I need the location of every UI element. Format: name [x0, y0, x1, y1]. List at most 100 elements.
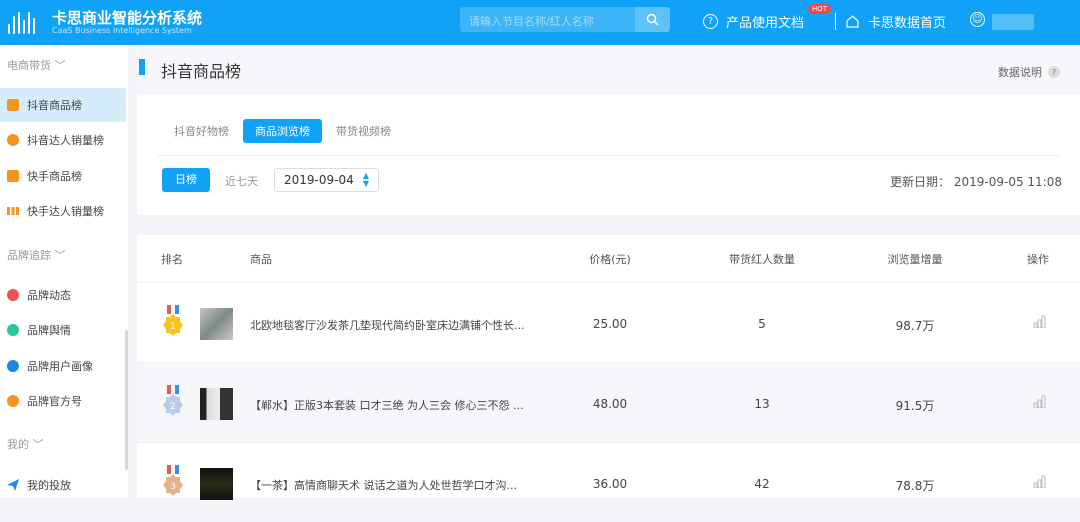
- tab-video[interactable]: 带货视频榜: [336, 119, 391, 143]
- hot-badge: HOT: [808, 4, 831, 14]
- col-rank: 排名: [161, 251, 183, 267]
- data-help-link[interactable]: 数据说明?: [998, 64, 1060, 80]
- sidebar-item-brand-sentiment[interactable]: 品牌舆情: [0, 313, 126, 347]
- rank-number: 1: [170, 322, 176, 332]
- bag-icon: [7, 99, 19, 111]
- send-icon: [7, 479, 19, 491]
- sidebar-item-brand-news[interactable]: 品牌动态: [0, 278, 126, 312]
- sidebar-item-kuaishou-products[interactable]: 快手商品榜: [0, 159, 126, 193]
- app-subtitle: CaaS Business Intelligence System: [52, 26, 192, 35]
- question-icon: ?: [1048, 66, 1060, 78]
- page-header: 抖音商品榜 数据说明?: [137, 45, 1080, 95]
- rank-number: 3: [170, 482, 176, 492]
- group-mine[interactable]: 我的 ﹀: [7, 436, 44, 452]
- date-value: 2019-09-04: [284, 173, 354, 187]
- chart-action-icon[interactable]: [1033, 475, 1046, 488]
- table-row: 1 北欧地毯客厅沙发茶几垫现代简约卧室床边满铺个性长... 25.00 5 98…: [137, 282, 1080, 362]
- logo-icon: [8, 10, 42, 34]
- view-increase: 91.5万: [896, 397, 935, 414]
- product-thumbnail[interactable]: [200, 308, 233, 340]
- daily-button[interactable]: 日榜: [162, 168, 210, 192]
- title-accent: [139, 59, 145, 75]
- search-button[interactable]: [635, 7, 670, 32]
- sidebar-scrollbar[interactable]: [125, 330, 128, 470]
- bar-chart-icon: [7, 207, 19, 215]
- sidebar-item-brand-persona[interactable]: 品牌用户画像: [0, 349, 126, 383]
- chart-action-icon[interactable]: [1033, 315, 1046, 328]
- clock-icon: [7, 289, 19, 301]
- col-influencers: 带货红人数量: [729, 251, 795, 267]
- docs-label: 产品使用文档: [726, 12, 804, 31]
- influencer-count: 5: [758, 317, 766, 331]
- label: 快手商品榜: [27, 168, 82, 184]
- sidebar: 电商带货 ﹀ 抖音商品榜 抖音达人销量榜 快手商品榜 快手达人销量榜 品牌追踪 …: [0, 45, 128, 498]
- product-name[interactable]: 【一茶】高情商聊天术 说话之道为人处世哲学口才沟...: [250, 477, 517, 493]
- trend-icon: [7, 134, 19, 146]
- username-blurred: [992, 14, 1034, 30]
- label: 抖音商品榜: [27, 97, 82, 113]
- weekly-button[interactable]: 近七天: [225, 173, 258, 189]
- product-thumbnail[interactable]: [200, 388, 233, 420]
- user-menu[interactable]: ☺: [970, 12, 985, 27]
- label: 我的投放: [27, 477, 71, 493]
- label: 品牌动态: [27, 287, 71, 303]
- product-name[interactable]: 【郸水】正版3本套装 口才三绝 为人三会 修心三不怨 ...: [250, 397, 523, 413]
- update-date: 更新日期： 2019-09-05 11:08: [890, 173, 1062, 190]
- label: 快手达人销量榜: [27, 203, 104, 219]
- col-action: 操作: [1027, 251, 1049, 267]
- page-title: 抖音商品榜: [161, 58, 241, 82]
- label: 品牌官方号: [27, 393, 82, 409]
- sidebar-item-my-campaigns[interactable]: 我的投放: [0, 468, 126, 502]
- chart-action-icon[interactable]: [1033, 395, 1046, 408]
- sidebar-item-douyin-sales[interactable]: 抖音达人销量榜: [0, 123, 126, 157]
- medal-icon: 3: [161, 465, 185, 501]
- table-row: 2 【郸水】正版3本套装 口才三绝 为人三会 修心三不怨 ... 48.00 1…: [137, 362, 1080, 442]
- group-ecommerce[interactable]: 电商带货 ﹀: [7, 57, 66, 73]
- product-name[interactable]: 北欧地毯客厅沙发茶几垫现代简约卧室床边满铺个性长...: [250, 317, 525, 333]
- group-brand[interactable]: 品牌追踪 ﹀: [7, 247, 66, 263]
- docs-link[interactable]: ? 产品使用文档: [703, 12, 804, 31]
- home-icon: [845, 14, 860, 29]
- sidebar-item-kuaishou-sales[interactable]: 快手达人销量榜: [0, 194, 126, 228]
- help-circle-icon: ?: [703, 14, 718, 29]
- col-product: 商品: [250, 251, 272, 267]
- tab-product-views[interactable]: 商品浏览榜: [243, 119, 322, 143]
- price: 25.00: [593, 317, 627, 331]
- divider: [835, 13, 836, 30]
- registered-icon: [7, 395, 19, 407]
- col-price: 价格(元): [589, 251, 631, 267]
- tab-douyin-good[interactable]: 抖音好物榜: [174, 119, 229, 143]
- col-views: 浏览量增量: [888, 251, 943, 267]
- table-row: 3 【一茶】高情商聊天术 说话之道为人处世哲学口才沟... 36.00 42 7…: [137, 442, 1080, 522]
- sort-arrows-icon: ▲▼: [363, 172, 369, 188]
- label: 抖音达人销量榜: [27, 132, 104, 148]
- view-increase: 98.7万: [896, 317, 935, 334]
- medal-icon: 2: [161, 385, 185, 421]
- home-label: 卡思数据首页: [868, 12, 946, 31]
- top-header: 卡思商业智能分析系统 CaaS Business Intelligence Sy…: [0, 0, 1080, 45]
- home-link[interactable]: 卡思数据首页: [845, 12, 946, 31]
- sidebar-item-brand-official[interactable]: 品牌官方号: [0, 384, 126, 418]
- app-title: 卡思商业智能分析系统: [52, 7, 202, 28]
- price: 48.00: [593, 397, 627, 411]
- user-icon: ☺: [970, 12, 985, 27]
- box-icon: [7, 170, 19, 182]
- wave-icon: [7, 324, 19, 336]
- filter-card: 抖音好物榜 商品浏览榜 带货视频榜 日榜 近七天 2019-09-04 ▲▼ 更新…: [137, 95, 1080, 215]
- search-input[interactable]: 请输入节目名称/红人名称: [460, 7, 635, 32]
- divider: [157, 155, 1060, 156]
- date-select[interactable]: 2019-09-04 ▲▼: [274, 168, 379, 192]
- influencer-count: 13: [754, 397, 769, 411]
- product-thumbnail[interactable]: [200, 468, 233, 500]
- influencer-count: 42: [754, 477, 769, 491]
- pie-icon: [7, 360, 19, 372]
- label: 品牌用户画像: [27, 358, 93, 374]
- view-increase: 78.8万: [896, 477, 935, 494]
- help-label: 数据说明: [998, 64, 1042, 80]
- label: 品牌舆情: [27, 322, 71, 338]
- ranking-table: 排名 商品 价格(元) 带货红人数量 浏览量增量 操作 1 北欧地毯客厅沙发茶几…: [137, 235, 1080, 498]
- price: 36.00: [593, 477, 627, 491]
- sidebar-item-douyin-products[interactable]: 抖音商品榜: [0, 88, 126, 122]
- rank-number: 2: [170, 402, 176, 412]
- medal-icon: 1: [161, 305, 185, 341]
